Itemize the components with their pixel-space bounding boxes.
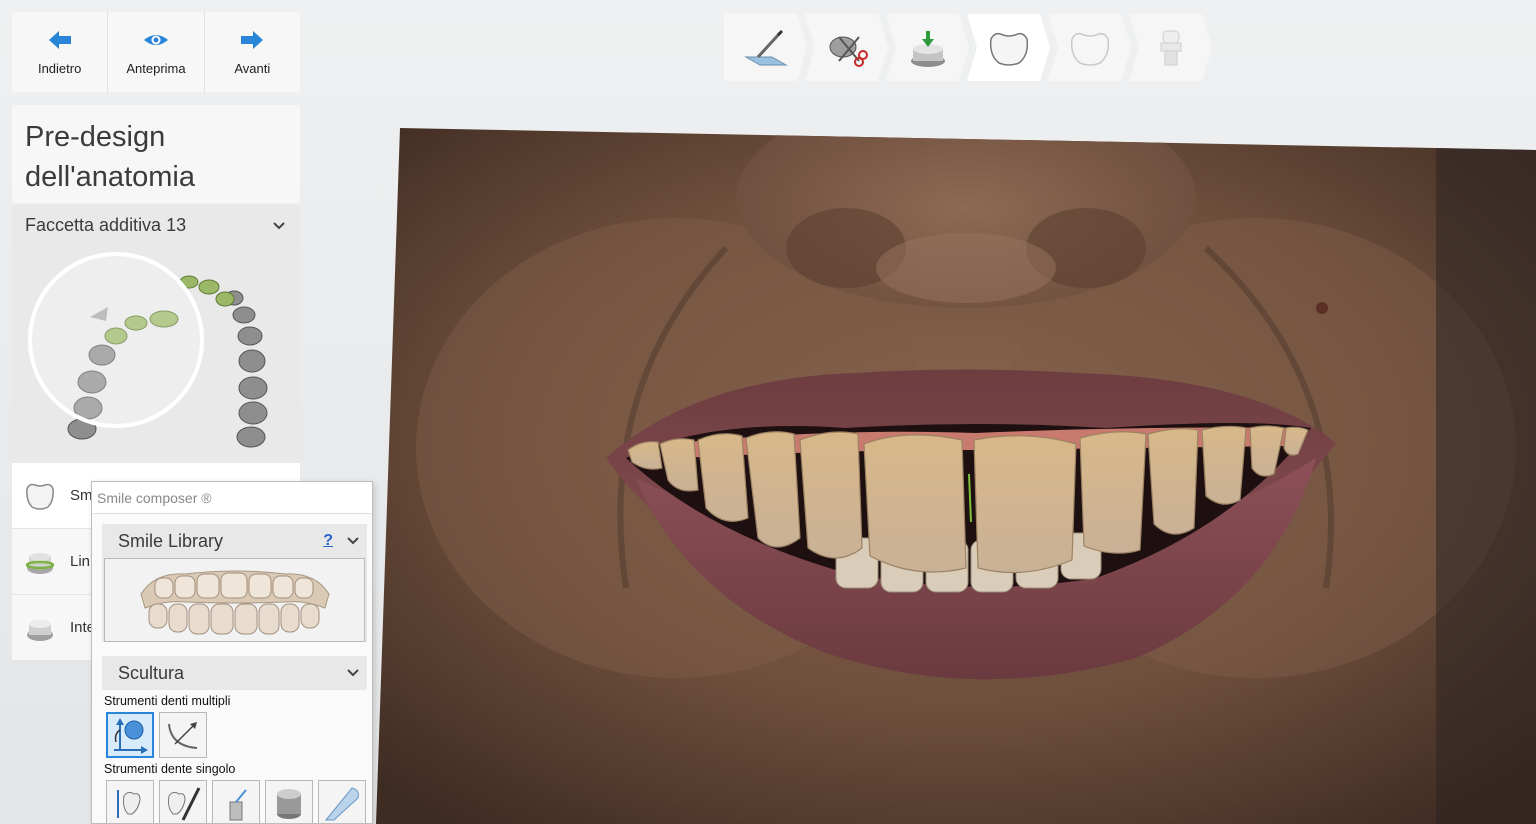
workflow-step-scan[interactable] (724, 14, 807, 81)
page-title-line2: dell'anatomia (25, 161, 195, 193)
multi-tooth-tools (102, 708, 367, 758)
back-button[interactable]: Indietro (12, 12, 109, 92)
step-label: Sm (70, 487, 93, 504)
smooth-brush-icon (324, 787, 359, 821)
eye-icon (143, 34, 168, 45)
single-tooth-tools-label: Strumenti dente singolo (104, 762, 236, 776)
preview-button[interactable]: Anteprima (108, 12, 205, 92)
crown-icon (26, 483, 54, 510)
back-label: Indietro (37, 60, 82, 76)
smile-composer-panel: Smile composer ® Smile Library ? Scultur… (91, 481, 373, 824)
face-smile-render (376, 128, 1536, 824)
next-button[interactable]: Avanti (205, 12, 300, 92)
smile-library-section: Smile Library ? (102, 524, 367, 642)
smile-library-thumbnail[interactable] (104, 558, 365, 642)
chevron-down-icon (273, 221, 285, 229)
smile-3d-viewport[interactable] (376, 128, 1536, 824)
workflow-step-abutment[interactable] (1129, 14, 1212, 81)
preview-label: Anteprima (126, 60, 186, 76)
chevron-down-icon (347, 669, 359, 677)
tooth-knife-icon (168, 787, 201, 821)
smile-library-header[interactable]: Smile Library ? (102, 524, 367, 558)
transform-arrows-icon (114, 718, 148, 754)
workflow-step-margin[interactable] (886, 14, 969, 81)
single-transform-tool-button[interactable] (106, 780, 154, 823)
arch-curve-icon (168, 722, 198, 749)
tooth-transform-icon (117, 790, 141, 818)
crown-finish-icon (1070, 32, 1109, 66)
scan-knife-icon (743, 29, 788, 65)
single-smooth-tool-button[interactable] (318, 780, 366, 823)
insertion-icon (27, 619, 53, 641)
next-label: Avanti (234, 60, 271, 76)
margin-insert-icon (910, 30, 945, 67)
multi-arch-tool-button[interactable] (159, 712, 207, 758)
composer-title: Smile composer ® (92, 482, 372, 514)
sculpt-header[interactable]: Scultura (102, 656, 367, 690)
single-wax-tool-button[interactable] (212, 780, 260, 823)
navigation-bar: Indietro Anteprima Avanti (12, 12, 300, 92)
chevron-down-icon (347, 537, 359, 545)
teeth-set-icon (139, 570, 330, 635)
sculpt-label: Scultura (118, 662, 185, 683)
contact-cylinder-icon (277, 789, 301, 819)
arrow-right-icon (241, 30, 264, 49)
trim-scissors-icon (829, 35, 868, 67)
workflow-step-trim[interactable] (805, 14, 888, 81)
single-tooth-tools (102, 776, 367, 823)
panel-header: Pre-design dell'anatomia (12, 105, 300, 203)
page-title-line1: Pre-design (25, 121, 166, 153)
margin-line-icon (25, 552, 55, 574)
single-contact-tool-button[interactable] (265, 780, 313, 823)
tooth-dropdown-label: Faccetta additiva 13 (25, 215, 187, 235)
smile-library-label: Smile Library (118, 530, 224, 551)
arrow-left-icon (48, 30, 71, 49)
workflow-step-finish[interactable] (1048, 14, 1131, 81)
multi-tooth-tools-label: Strumenti denti multipli (104, 694, 231, 708)
workflow-toolbar (724, 14, 1222, 81)
help-link[interactable]: ? (323, 532, 333, 550)
tooth-selector-panel: Faccetta additiva 13 (12, 205, 300, 463)
step-label: Lin (70, 553, 91, 570)
single-sculpt-tool-button[interactable] (159, 780, 207, 823)
abutment-icon (1160, 30, 1181, 65)
multi-transform-tool-button[interactable] (106, 712, 154, 758)
sculpt-section: Scultura Strumenti denti multipli Strume… (102, 656, 367, 823)
dental-arch-map[interactable] (12, 243, 300, 463)
tooth-dropdown[interactable]: Faccetta additiva 13 (12, 205, 300, 236)
crown-design-icon (989, 32, 1028, 66)
workflow-step-design[interactable] (967, 14, 1050, 81)
wax-dropper-icon (229, 789, 247, 821)
